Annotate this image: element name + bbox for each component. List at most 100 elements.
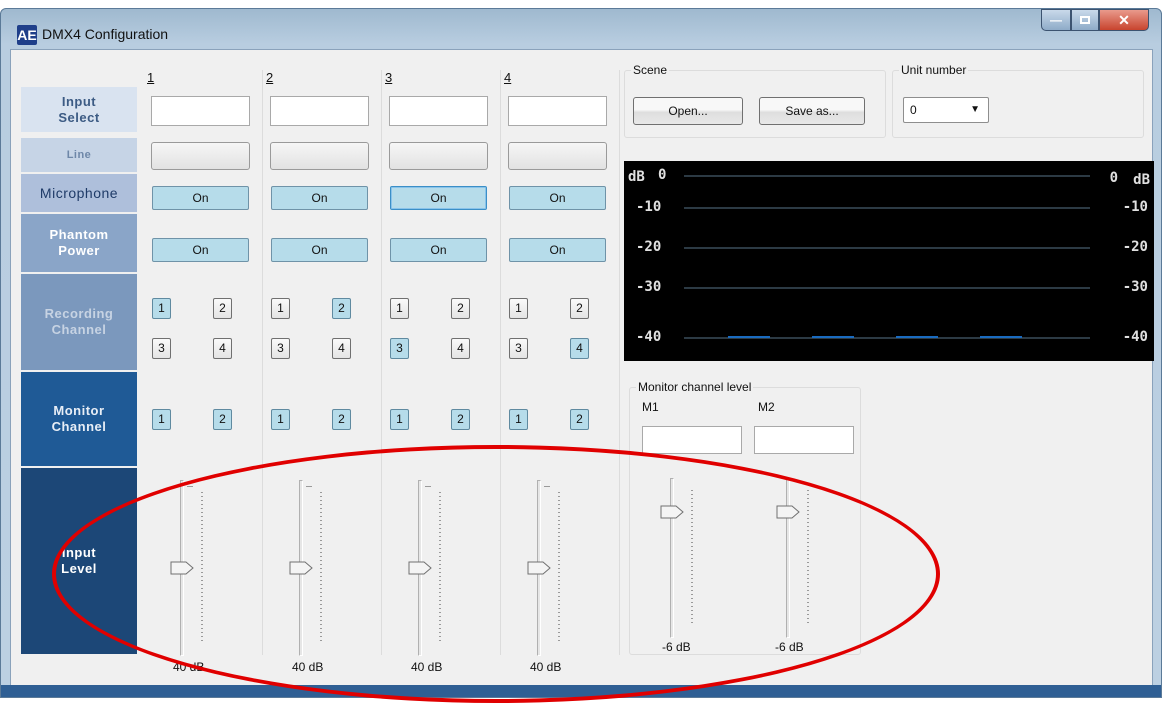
meter-scale-left-label: -20 — [636, 239, 662, 255]
phantom-power-on-button[interactable]: On — [152, 238, 249, 262]
line-button[interactable] — [389, 142, 488, 170]
meter-scale-right-label: -10 — [1122, 199, 1148, 215]
monitor-level-group: Monitor channel level M1 M2 -6 dB -6 dB — [629, 380, 861, 655]
recording-channel-3-toggle[interactable]: 3 — [390, 338, 409, 359]
minimize-icon: — — [1050, 13, 1062, 27]
monitor-m1-label: M1 — [642, 400, 659, 414]
open-scene-button[interactable]: Open... — [633, 97, 743, 125]
microphone-on-button[interactable]: On — [509, 186, 606, 210]
recording-channel-4-toggle[interactable]: 4 — [570, 338, 589, 359]
meter-gridline — [684, 207, 1090, 209]
recording-channel-1-toggle[interactable]: 1 — [509, 298, 528, 319]
monitor-channel-1-toggle[interactable]: 1 — [509, 409, 528, 430]
microphone-on-button[interactable]: On — [271, 186, 368, 210]
recording-channel-3-toggle[interactable]: 3 — [509, 338, 528, 359]
meter-scale-left-label: -30 — [636, 279, 662, 295]
recording-channel-2-toggle[interactable]: 2 — [332, 298, 351, 319]
input-select-field[interactable] — [389, 96, 488, 126]
close-icon: ✕ — [1118, 11, 1130, 28]
channel-number: 4 — [504, 70, 512, 85]
window-bottom-border — [1, 685, 1161, 697]
phantom-power-on-button[interactable]: On — [271, 238, 368, 262]
channel-number: 2 — [266, 70, 274, 85]
input-level-value: 40 dB — [411, 660, 443, 674]
monitor-channel-2-toggle[interactable]: 2 — [451, 409, 470, 430]
input-select-field[interactable] — [151, 96, 250, 126]
channel-number: 1 — [147, 70, 155, 85]
monitor-m2-field[interactable] — [754, 426, 854, 454]
monitor-level-title: Monitor channel level — [636, 380, 754, 394]
channel-column-4: 4 On On 1 2 3 4 1 2 40 dB — [500, 70, 620, 674]
input-select-field[interactable] — [270, 96, 369, 126]
recording-channel-1-toggle[interactable]: 1 — [390, 298, 409, 319]
monitor-channel-2-toggle[interactable]: 2 — [213, 409, 232, 430]
input-select-field[interactable] — [508, 96, 607, 126]
slider-tick-scale — [201, 492, 203, 642]
client-area: Input Select Line Microphone Phantom Pow… — [10, 49, 1154, 691]
save-scene-button[interactable]: Save as... — [759, 97, 865, 125]
monitor-channel-2-toggle[interactable]: 2 — [332, 409, 351, 430]
line-button[interactable] — [151, 142, 250, 170]
channel-column-3: 3 On On 1 2 3 4 1 2 40 dB — [381, 70, 501, 674]
input-level-slider-thumb[interactable] — [527, 561, 551, 575]
row-label-line: Line — [21, 138, 137, 172]
line-button[interactable] — [508, 142, 607, 170]
close-button[interactable]: ✕ — [1099, 9, 1149, 31]
monitor-channel-1-toggle[interactable]: 1 — [271, 409, 290, 430]
row-label-input-level: Input Level — [21, 468, 137, 654]
microphone-on-button[interactable]: On — [152, 186, 249, 210]
recording-channel-4-toggle[interactable]: 4 — [332, 338, 351, 359]
monitor-m2-slider-track[interactable] — [786, 478, 790, 638]
slider-tick-scale — [320, 492, 322, 642]
phantom-power-on-button[interactable]: On — [509, 238, 606, 262]
slider-tick — [187, 486, 193, 487]
monitor-m1-slider-thumb[interactable] — [660, 505, 684, 519]
meter-scale-left-label: 0 — [658, 167, 667, 183]
meter-unit-left: dB — [628, 169, 645, 185]
line-button[interactable] — [270, 142, 369, 170]
meter-scale-right-label: -30 — [1122, 279, 1148, 295]
slider-tick-scale — [439, 492, 441, 642]
monitor-channel-2-toggle[interactable]: 2 — [570, 409, 589, 430]
monitor-m2-level: -6 dB — [775, 640, 804, 654]
recording-channel-4-toggle[interactable]: 4 — [213, 338, 232, 359]
app-window: AE DMX4 Configuration — ✕ Input Select L… — [0, 8, 1162, 698]
phantom-power-on-button[interactable]: On — [390, 238, 487, 262]
recording-channel-2-toggle[interactable]: 2 — [451, 298, 470, 319]
row-label-microphone: Microphone — [21, 174, 137, 212]
meter-gridline — [684, 175, 1090, 177]
microphone-on-button[interactable]: On — [390, 186, 487, 210]
meter-scale-right-label: 0 — [1109, 170, 1118, 186]
level-meter-display: dB dB 0 0 -10 -10 -20 -20 -30 -30 -40 -40 — [624, 161, 1154, 361]
meter-scale-left-label: -10 — [636, 199, 662, 215]
input-level-slider-thumb[interactable] — [170, 561, 194, 575]
unit-number-select[interactable]: 0 ▼ — [903, 97, 989, 123]
recording-channel-2-toggle[interactable]: 2 — [213, 298, 232, 319]
meter-channel-bar-1 — [728, 336, 770, 338]
monitor-channel-1-toggle[interactable]: 1 — [390, 409, 409, 430]
channel-number: 3 — [385, 70, 393, 85]
monitor-channel-1-toggle[interactable]: 1 — [152, 409, 171, 430]
meter-scale-right-label: -40 — [1122, 329, 1148, 345]
input-level-slider-thumb[interactable] — [408, 561, 432, 575]
minimize-button[interactable]: — — [1041, 9, 1071, 31]
monitor-m1-tick-scale — [691, 490, 693, 624]
scene-group-title: Scene — [631, 63, 670, 77]
input-level-slider-thumb[interactable] — [289, 561, 313, 575]
slider-tick — [306, 486, 312, 487]
monitor-m2-slider-thumb[interactable] — [776, 505, 800, 519]
recording-channel-1-toggle[interactable]: 1 — [271, 298, 290, 319]
monitor-m1-slider-track[interactable] — [670, 478, 674, 638]
recording-channel-3-toggle[interactable]: 3 — [271, 338, 290, 359]
title-bar[interactable]: AE DMX4 Configuration — ✕ — [1, 9, 1161, 47]
recording-channel-4-toggle[interactable]: 4 — [451, 338, 470, 359]
input-level-value: 40 dB — [530, 660, 562, 674]
recording-channel-2-toggle[interactable]: 2 — [570, 298, 589, 319]
channel-column-2: 2 On On 1 2 3 4 1 2 40 dB — [262, 70, 382, 674]
monitor-m1-field[interactable] — [642, 426, 742, 454]
scene-group: Scene Open... Save as... — [624, 63, 886, 138]
recording-channel-1-toggle[interactable]: 1 — [152, 298, 171, 319]
maximize-button[interactable] — [1071, 9, 1099, 31]
app-logo-icon: AE — [17, 25, 37, 45]
recording-channel-3-toggle[interactable]: 3 — [152, 338, 171, 359]
